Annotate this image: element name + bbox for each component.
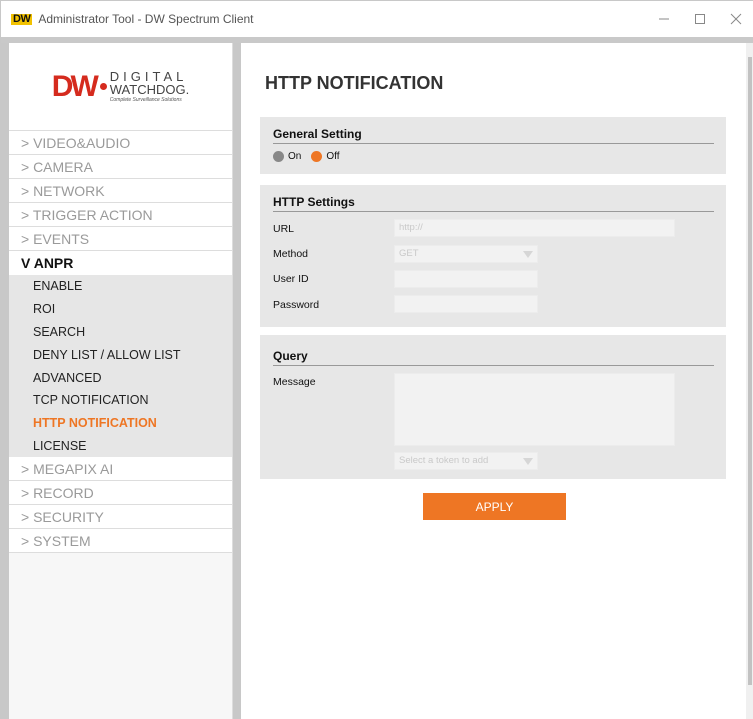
- subnav-item-http-notification[interactable]: HTTP NOTIFICATION: [9, 412, 232, 435]
- url-label: URL: [273, 223, 295, 235]
- general-setting-panel: General Setting On Off: [260, 117, 726, 174]
- logo-mark: DW: [51, 69, 99, 103]
- subnav-item-tcp-notification[interactable]: TCP NOTIFICATION: [9, 389, 232, 412]
- maximize-icon: [695, 14, 705, 24]
- method-select[interactable]: GET: [394, 245, 538, 263]
- general-setting-heading: General Setting: [273, 127, 714, 144]
- sidebar-item-network[interactable]: > NETWORK: [9, 179, 232, 203]
- minimize-icon: [659, 18, 669, 20]
- http-settings-heading: HTTP Settings: [273, 195, 714, 212]
- logo-text: DIGITAL WATCHDOG. Complete Surveillance …: [110, 70, 189, 103]
- chevron-down-icon: [523, 458, 533, 465]
- url-input[interactable]: http://: [394, 219, 675, 237]
- radio-on-label: On: [288, 151, 302, 162]
- scrollbar-thumb[interactable]: [748, 57, 752, 685]
- password-label: Password: [273, 299, 320, 311]
- subnav-item-license[interactable]: LICENSE: [9, 435, 232, 458]
- app-window: DW Administrator Tool - DW Spectrum Clie…: [0, 0, 753, 719]
- left-gutter: [1, 43, 9, 719]
- http-settings-panel: HTTP Settings URL http:// Method GET Use…: [260, 185, 726, 327]
- main-content: HTTP NOTIFICATION General Setting On Off…: [241, 43, 746, 719]
- message-label: Message: [273, 376, 316, 388]
- close-button[interactable]: [718, 1, 753, 37]
- sidebar-item-events[interactable]: > EVENTS: [9, 227, 232, 251]
- sidebar-item-trigger-action[interactable]: > TRIGGER ACTION: [9, 203, 232, 227]
- userid-label: User ID: [273, 273, 309, 285]
- enable-radio-group: On Off: [273, 151, 340, 162]
- anpr-submenu: ENABLE ROI SEARCH DENY LIST / ALLOW LIST…: [9, 275, 232, 458]
- sidebar-item-record[interactable]: > RECORD: [9, 481, 232, 506]
- logo-tagline: Complete Surveillance Solutions: [109, 97, 182, 103]
- app-logo-icon: DW: [11, 12, 33, 25]
- sidebar: DW DIGITAL WATCHDOG. Complete Surveillan…: [9, 43, 233, 719]
- message-textarea[interactable]: [394, 373, 675, 446]
- sidebar-item-security[interactable]: > SECURITY: [9, 505, 232, 530]
- userid-input[interactable]: [394, 270, 538, 288]
- subnav-item-advanced[interactable]: ADVANCED: [9, 366, 232, 389]
- chevron-down-icon: [523, 251, 533, 258]
- password-input[interactable]: [394, 295, 538, 313]
- radio-off-label: Off: [326, 151, 340, 162]
- method-label: Method: [273, 248, 309, 260]
- sidebar-item-video-audio[interactable]: > VIDEO&AUDIO: [9, 131, 232, 155]
- page-title: HTTP NOTIFICATION: [265, 73, 444, 93]
- digital-watchdog-logo: DW DIGITAL WATCHDOG. Complete Surveillan…: [52, 70, 189, 103]
- window-controls: [646, 1, 753, 37]
- subnav-item-search[interactable]: SEARCH: [9, 321, 232, 344]
- radio-on[interactable]: [273, 151, 284, 162]
- minimize-button[interactable]: [646, 1, 682, 37]
- sidebar-item-camera[interactable]: > CAMERA: [9, 155, 232, 179]
- apply-button[interactable]: APPLY: [423, 493, 566, 520]
- radio-off[interactable]: [311, 151, 323, 162]
- window-title: Administrator Tool - DW Spectrum Client: [38, 12, 254, 26]
- subnav-item-deny-allow-list[interactable]: DENY LIST / ALLOW LIST: [9, 343, 232, 366]
- subnav-item-roi[interactable]: ROI: [9, 298, 232, 321]
- token-select[interactable]: Select a token to add: [394, 452, 538, 470]
- sidebar-item-anpr[interactable]: V ANPR: [9, 251, 232, 275]
- close-icon: [730, 13, 742, 25]
- sidebar-item-megapix-ai[interactable]: > MEGAPIX AI: [9, 457, 232, 482]
- brand-logo-box: DW DIGITAL WATCHDOG. Complete Surveillan…: [9, 43, 232, 131]
- logo-dot-icon: [99, 83, 107, 90]
- maximize-button[interactable]: [682, 1, 718, 37]
- subnav-item-enable[interactable]: ENABLE: [9, 275, 232, 298]
- query-panel: Query Message Select a token to add: [260, 335, 726, 479]
- title-bar: DW Administrator Tool - DW Spectrum Clie…: [1, 1, 753, 37]
- query-heading: Query: [273, 349, 714, 366]
- method-value: GET: [399, 248, 419, 259]
- logo-line2: WATCHDOG.: [109, 82, 190, 97]
- sidebar-splitter[interactable]: [233, 43, 241, 719]
- sidebar-item-system[interactable]: > SYSTEM: [9, 529, 232, 554]
- token-select-value: Select a token to add: [399, 455, 489, 466]
